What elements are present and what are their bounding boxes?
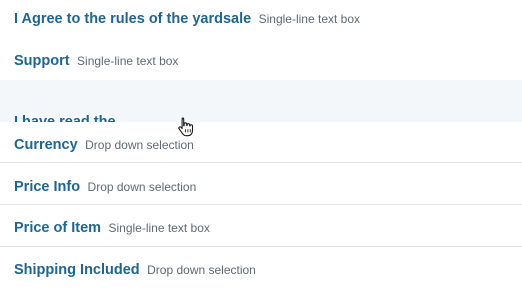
field-type: Single-line text box [77, 54, 179, 68]
field-type: Single-line text box [258, 12, 361, 26]
dragging-field: I have read the [14, 113, 116, 122]
dragging-field-name: I have read the [14, 114, 116, 122]
field-row-support[interactable]: Support Single-line text box [0, 40, 522, 81]
field-type: Drop down selection [147, 263, 256, 277]
field-name: Price of Item [14, 220, 102, 236]
field-name: I Agree to the rules of the yardsale [14, 11, 252, 27]
field-type: Drop down selection [85, 138, 194, 152]
field-name: Shipping Included [14, 262, 140, 278]
field-type: Single-line text box [108, 221, 210, 235]
field-row-agree-rules[interactable]: I Agree to the rules of the yardsale Sin… [0, 0, 522, 41]
field-row-currency[interactable]: Currency Drop down selection [0, 122, 522, 163]
field-type: Drop down selection [87, 180, 197, 194]
hand-pointer-icon [178, 117, 194, 137]
field-row-text: Price Info Drop down selection [14, 178, 196, 196]
field-row-text: I Agree to the rules of the yardsale Sin… [14, 10, 360, 28]
field-row-text: Shipping Included Drop down selection [14, 261, 256, 279]
field-row-price-of-item[interactable]: Price of Item Single-line text box [0, 206, 522, 247]
field-row-text: Support Single-line text box [14, 52, 178, 70]
field-row-text: Price of Item Single-line text box [14, 219, 210, 237]
field-name: Support [14, 53, 70, 69]
field-name: Currency [14, 137, 78, 153]
field-row-text: Currency Drop down selection [14, 136, 194, 154]
drop-placeholder[interactable]: I have read the [0, 80, 522, 122]
field-name: Price Info [14, 179, 81, 195]
field-row-price-info[interactable]: Price Info Drop down selection [0, 164, 522, 205]
field-row-shipping-included[interactable]: Shipping Included Drop down selection [0, 248, 522, 289]
